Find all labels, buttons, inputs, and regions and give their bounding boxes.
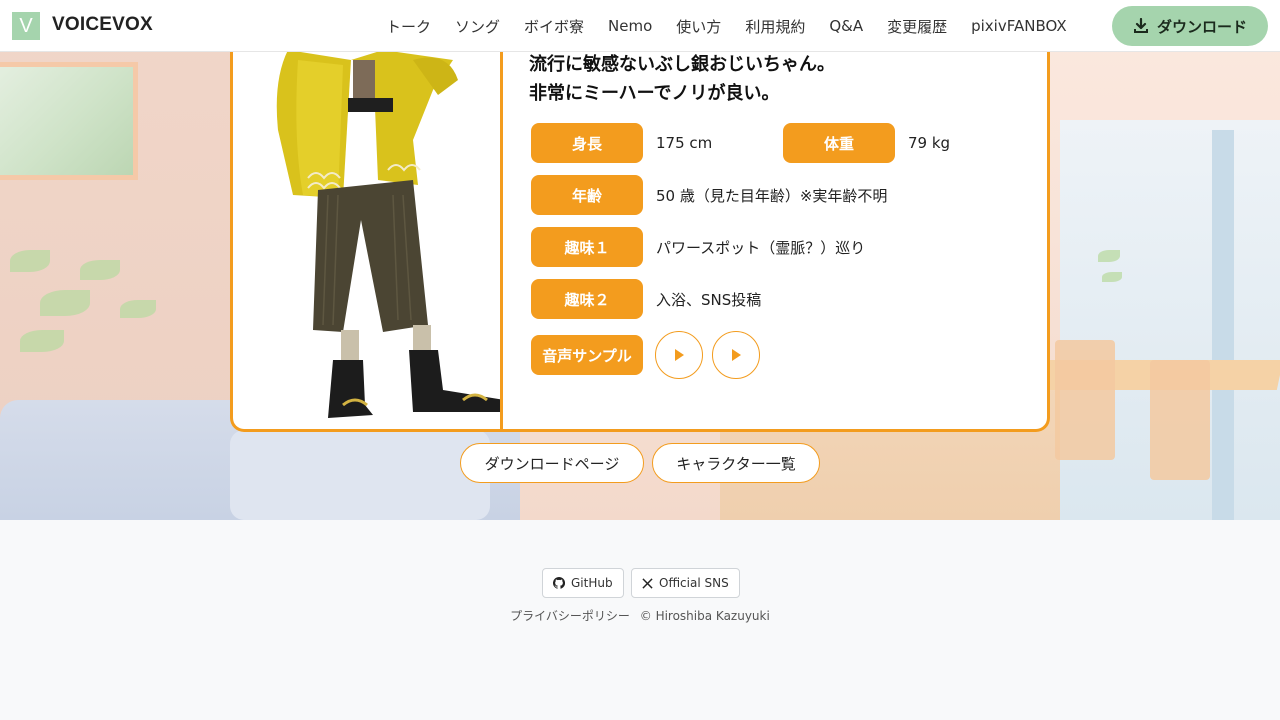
x-icon	[642, 577, 653, 589]
age-label: 年齢	[531, 175, 643, 215]
github-link[interactable]: GitHub	[542, 568, 624, 598]
wall-picture	[0, 62, 138, 180]
nav-changelog[interactable]: 変更履歴	[875, 16, 959, 37]
character-portrait	[233, 20, 503, 429]
download-button[interactable]: ダウンロード	[1112, 6, 1268, 46]
play-icon	[732, 349, 741, 361]
brand-name[interactable]: VOICEVOX	[52, 14, 153, 36]
character-list-button[interactable]: キャラクター一覧	[652, 443, 820, 483]
hobby2-value: 入浴、SNS投稿	[656, 290, 762, 309]
height-row: 身長 175 cm	[531, 123, 712, 163]
age-value: 50 歳（見た目年齢）※実年齢不明	[656, 186, 888, 205]
height-label: 身長	[531, 123, 643, 163]
download-button-label: ダウンロード	[1156, 17, 1247, 36]
site-header: V VOICEVOX トーク ソング ボイボ寮 Nemo 使い方 利用規約 Q&…	[0, 0, 1280, 52]
profile-description: 流行に敏感ないぶし銀おじいちゃん。 非常にミーハーでノリが良い。	[529, 50, 1029, 108]
nav-qa[interactable]: Q&A	[817, 17, 875, 35]
main-nav: トーク ソング ボイボ寮 Nemo 使い方 利用規約 Q&A 変更履歴 pixi…	[374, 0, 1079, 52]
site-footer: GitHub Official SNS プライバシーポリシー © Hiroshi…	[0, 520, 1280, 720]
nav-song[interactable]: ソング	[443, 16, 512, 37]
official-sns-label: Official SNS	[659, 576, 729, 590]
official-sns-link[interactable]: Official SNS	[631, 568, 740, 598]
hobby1-label: 趣味１	[531, 227, 643, 267]
play-sample-1-button[interactable]	[655, 331, 703, 379]
voice-sample-label: 音声サンプル	[531, 335, 643, 375]
description-line-1: 流行に敏感ないぶし銀おじいちゃん。	[529, 54, 835, 75]
age-row: 年齢 50 歳（見た目年齢）※実年齢不明	[531, 175, 887, 215]
weight-row: 体重 79 kg	[783, 123, 950, 163]
github-label: GitHub	[571, 576, 613, 590]
description-line-2: 非常にミーハーでノリが良い。	[529, 83, 780, 104]
privacy-policy-link[interactable]: プライバシーポリシー	[510, 609, 630, 623]
nav-terms[interactable]: 利用規約	[733, 16, 817, 37]
play-sample-2-button[interactable]	[712, 331, 760, 379]
copyright-text: © Hiroshiba Kazuyuki	[639, 609, 770, 623]
download-icon	[1133, 18, 1148, 33]
nav-nemo[interactable]: Nemo	[596, 17, 664, 35]
download-page-button[interactable]: ダウンロードページ	[460, 443, 644, 483]
play-icon	[675, 349, 684, 361]
nav-dorm[interactable]: ボイボ寮	[512, 16, 596, 37]
nav-talk[interactable]: トーク	[374, 16, 443, 37]
hobby1-value: パワースポット（霊脈？）巡り	[656, 238, 866, 257]
hobby1-row: 趣味１ パワースポット（霊脈？）巡り	[531, 227, 865, 267]
github-icon	[553, 577, 565, 589]
weight-value: 79 kg	[908, 134, 951, 152]
character-profile-card: 流行に敏感ないぶし銀おじいちゃん。 非常にミーハーでノリが良い。 身長 175 …	[230, 20, 1050, 432]
nav-usage[interactable]: 使い方	[664, 16, 733, 37]
voice-sample-row: 音声サンプル	[531, 331, 760, 379]
weight-label: 体重	[783, 123, 895, 163]
nav-fanbox[interactable]: pixivFANBOX	[959, 17, 1079, 35]
hobby2-label: 趣味２	[531, 279, 643, 319]
footer-links: プライバシーポリシー © Hiroshiba Kazuyuki	[0, 607, 1280, 624]
logo-icon[interactable]: V	[12, 12, 40, 40]
height-value: 175 cm	[656, 134, 713, 152]
hobby2-row: 趣味２ 入浴、SNS投稿	[531, 279, 761, 319]
